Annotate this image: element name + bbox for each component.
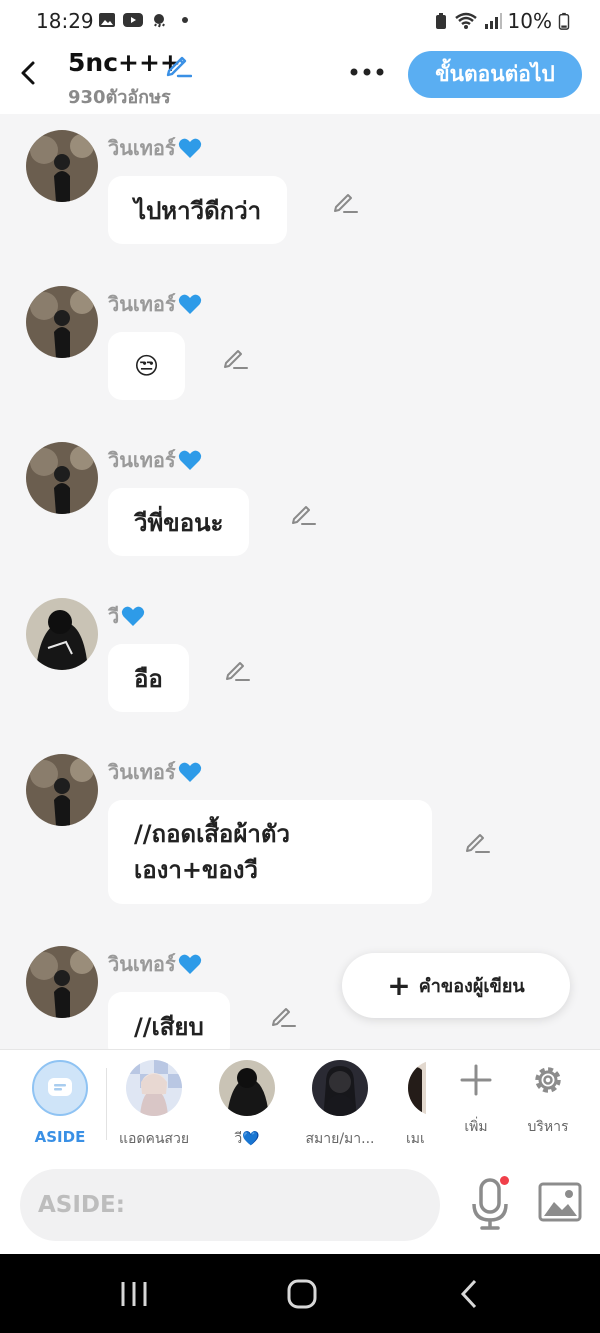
edit-message-pencil-icon[interactable] [270,1002,296,1028]
sender-name: วินเทอร์ [108,948,202,980]
blue-heart-icon [122,606,145,626]
status-right: 10% [434,9,570,33]
gear-icon [535,1067,561,1093]
message-bubble[interactable]: //เสียบ [108,992,230,1049]
plus-icon: + [387,968,411,1002]
blue-heart-icon [178,954,201,974]
avatar[interactable] [26,286,98,358]
gallery-icon [99,13,115,27]
character-label: วี💙 [234,1131,260,1147]
character-label: แอดคนสวย [118,1131,190,1147]
avatar[interactable] [26,442,98,514]
message-bubble[interactable]: อือ [108,644,189,712]
avatar [312,1060,368,1116]
character-label: เมเ [406,1131,425,1147]
chat-header: 5nc+++ 930ตัวอักษร ขั้นตอนต่อไป [0,44,600,114]
character-item[interactable]: แอดคนสวย [106,1060,202,1150]
plus-icon [460,1064,492,1096]
blue-heart-icon [178,450,201,470]
back-icon[interactable] [450,1274,490,1314]
aside-avatar [32,1060,88,1116]
sender-name: วินเทอร์ [108,756,202,788]
status-icons [98,11,188,29]
blue-heart-icon [178,294,201,314]
character-count: 930ตัวอักษร [68,87,171,108]
manage-label: บริหาร [527,1119,569,1135]
character-label: ASIDE [34,1128,86,1146]
recording-dot [500,1176,509,1185]
edit-message-pencil-icon[interactable] [222,344,248,370]
blue-heart-icon [178,762,201,782]
edit-message-pencil-icon[interactable] [290,500,316,526]
youtube-icon [123,13,143,27]
back-arrow-icon[interactable] [14,58,44,88]
sender-name: วินเทอร์ [108,444,202,476]
author-note-button[interactable]: + คำของผู้เขียน [342,953,570,1018]
status-bar: 18:29 10% [0,0,600,44]
avatar[interactable] [26,754,98,826]
manage-button[interactable]: บริหาร [513,1062,583,1138]
avatar [126,1060,182,1116]
notification-dot-icon [182,17,188,23]
character-item[interactable]: สมาย/มา... [292,1060,388,1150]
author-note-label: คำของผู้เขียน [418,976,525,997]
system-nav-bar [0,1254,600,1333]
sender-name: วินเทอร์ [108,288,202,320]
message-input-placeholder: ASIDE: [38,1192,125,1218]
recent-apps-icon[interactable] [114,1274,154,1314]
signal-icon [484,13,502,29]
avatar[interactable] [26,598,98,670]
edit-message-pencil-icon[interactable] [332,188,358,214]
add-character-button[interactable]: เพิ่ม [441,1062,511,1138]
character-aside[interactable]: ASIDE [12,1060,108,1146]
lock-battery-icon [435,13,446,29]
wifi-icon [454,12,477,29]
more-options-icon[interactable] [348,62,386,82]
message-bubble[interactable]: //ถอดเสื้อผ้าตัว เองา+ของวี [108,800,432,904]
battery-icon [558,12,570,30]
chat-bubble-icon [48,1078,72,1096]
home-icon[interactable] [282,1274,322,1314]
status-time: 18:29 [36,9,94,33]
character-item[interactable]: วี💙 [199,1060,295,1150]
avatar [408,1060,426,1116]
composer: ASIDE: [0,1158,600,1254]
add-label: เพิ่ม [464,1119,488,1135]
next-step-button[interactable]: ขั้นตอนต่อไป [408,51,582,98]
avatar [219,1060,275,1116]
message-bubble[interactable]: 😒 [108,332,186,400]
character-label: สมาย/มา... [305,1131,375,1147]
character-selector: ASIDE แอดคนสวย วี💙 สมาย/มา... เมเ เพิ่ม … [0,1049,600,1158]
blue-heart-icon [178,138,201,158]
avatar[interactable] [26,130,98,202]
avatar[interactable] [26,946,98,1018]
sender-name: วี [108,600,145,632]
edit-message-pencil-icon[interactable] [224,656,250,682]
character-item[interactable]: เมเ [382,1060,426,1150]
sender-name: วินเทอร์ [108,132,202,164]
battery-percent: 10% [507,9,552,33]
weather-icon [154,14,165,28]
microphone-icon[interactable] [468,1178,512,1230]
chat-area[interactable]: วินเทอร์ ไปหาวีดีกว่า วินเทอร์ 😒 วินเทอร… [0,114,600,1049]
message-bubble[interactable]: วีพี่ขอนะ [108,488,250,556]
message-input[interactable]: ASIDE: [20,1169,440,1241]
image-icon[interactable] [538,1182,582,1222]
edit-title-pencil-icon[interactable] [164,50,192,78]
edit-message-pencil-icon[interactable] [464,828,490,854]
message-bubble[interactable]: ไปหาวีดีกว่า [108,176,288,244]
